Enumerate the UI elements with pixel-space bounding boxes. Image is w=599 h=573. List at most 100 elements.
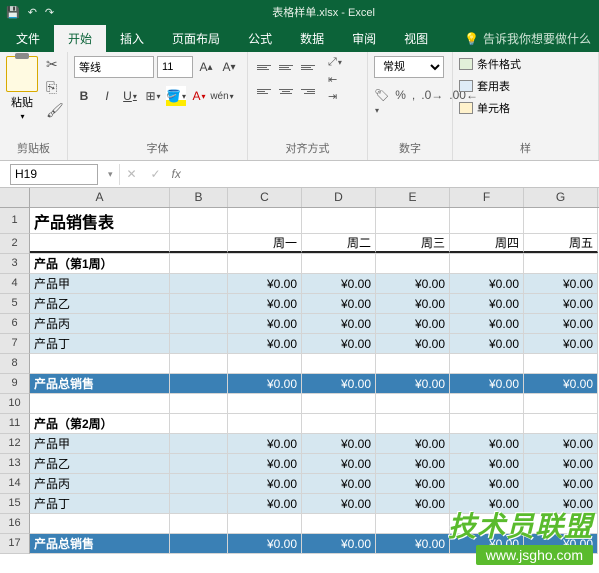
comma-button[interactable]: , (412, 88, 415, 116)
cell[interactable]: ¥0.00 (376, 494, 450, 513)
cell[interactable] (170, 514, 228, 533)
format-as-table-button[interactable]: 套用表 (459, 78, 510, 94)
cell-styles-button[interactable]: 单元格 (459, 100, 510, 116)
cell[interactable] (302, 394, 376, 413)
cell[interactable]: ¥0.00 (450, 314, 524, 333)
cell[interactable]: ¥0.00 (228, 534, 302, 553)
increase-decimal-button[interactable]: .0→ (421, 88, 443, 116)
cell[interactable] (170, 234, 228, 253)
cell[interactable]: ¥0.00 (376, 454, 450, 473)
col-header[interactable]: A (30, 188, 170, 207)
cell[interactable]: 产品丁 (30, 494, 170, 513)
cell[interactable]: ¥0.00 (376, 534, 450, 553)
cell[interactable] (302, 514, 376, 533)
cell[interactable]: 周五 (524, 234, 598, 253)
row-header[interactable]: 2 (0, 234, 30, 254)
cell[interactable]: ¥0.00 (228, 294, 302, 313)
row-header[interactable]: 11 (0, 414, 30, 434)
number-format-select[interactable]: 常规 (374, 56, 444, 78)
cell[interactable] (524, 414, 598, 433)
row-header[interactable]: 9 (0, 374, 30, 394)
col-header[interactable]: G (524, 188, 598, 207)
cell[interactable] (524, 394, 598, 413)
col-header[interactable]: F (450, 188, 524, 207)
cell[interactable]: ¥0.00 (524, 314, 598, 333)
col-header[interactable]: C (228, 188, 302, 207)
conditional-format-button[interactable]: 条件格式 (459, 56, 521, 72)
cell[interactable]: ¥0.00 (376, 334, 450, 353)
cell[interactable]: ¥0.00 (450, 294, 524, 313)
cell[interactable] (302, 414, 376, 433)
cell[interactable] (228, 208, 302, 233)
cell[interactable]: ¥0.00 (524, 274, 598, 293)
col-header[interactable]: E (376, 188, 450, 207)
font-name-select[interactable] (74, 56, 154, 78)
cell[interactable]: ¥0.00 (302, 274, 376, 293)
cell[interactable] (376, 254, 450, 273)
cell[interactable]: ¥0.00 (228, 474, 302, 493)
row-header[interactable]: 17 (0, 534, 30, 554)
cell[interactable] (170, 474, 228, 493)
cell[interactable]: 产品总销售 (30, 534, 170, 553)
cell[interactable] (170, 414, 228, 433)
fill-color-button[interactable]: 🪣▾ (166, 86, 186, 106)
format-painter-icon[interactable]: 🖌 (46, 102, 64, 119)
col-header[interactable]: B (170, 188, 228, 207)
cell[interactable] (228, 514, 302, 533)
cell[interactable]: ¥0.00 (302, 434, 376, 453)
cell[interactable] (450, 394, 524, 413)
cell[interactable]: 周二 (302, 234, 376, 253)
cell[interactable]: 产品丙 (30, 314, 170, 333)
cell[interactable] (30, 234, 170, 253)
cell[interactable]: ¥0.00 (450, 534, 524, 553)
decrease-indent-button[interactable]: ⇤ (328, 73, 342, 86)
row-header[interactable]: 14 (0, 474, 30, 494)
accounting-format-button[interactable]: 🏷▾ (374, 88, 389, 116)
cell[interactable]: ¥0.00 (524, 374, 598, 393)
cell[interactable] (524, 514, 598, 533)
row-header[interactable]: 6 (0, 314, 30, 334)
cell[interactable]: 产品甲 (30, 434, 170, 453)
cell[interactable]: ¥0.00 (302, 494, 376, 513)
tab-file[interactable]: 文件 (2, 25, 54, 52)
row-header[interactable]: 12 (0, 434, 30, 454)
cell[interactable]: ¥0.00 (228, 314, 302, 333)
cell[interactable]: ¥0.00 (228, 374, 302, 393)
cell[interactable]: 产品乙 (30, 294, 170, 313)
increase-font-icon[interactable]: A▴ (196, 57, 216, 77)
cell[interactable] (376, 354, 450, 373)
cell[interactable] (302, 354, 376, 373)
enter-formula-icon[interactable]: ✓ (144, 167, 168, 181)
cut-icon[interactable]: ✂ (46, 56, 64, 73)
cell[interactable]: ¥0.00 (450, 474, 524, 493)
cell[interactable]: ¥0.00 (376, 274, 450, 293)
cell[interactable]: ¥0.00 (228, 454, 302, 473)
cell[interactable] (524, 208, 598, 233)
align-top-button[interactable] (254, 56, 274, 78)
cell[interactable]: 产品丙 (30, 474, 170, 493)
cell[interactable]: ¥0.00 (302, 454, 376, 473)
cell[interactable]: ¥0.00 (376, 474, 450, 493)
align-right-button[interactable] (298, 80, 318, 102)
cell[interactable]: ¥0.00 (376, 374, 450, 393)
cell[interactable] (170, 534, 228, 553)
cell[interactable]: ¥0.00 (302, 314, 376, 333)
align-left-button[interactable] (254, 80, 274, 102)
cell[interactable]: ¥0.00 (524, 474, 598, 493)
border-button[interactable]: ⊞▾ (143, 86, 163, 106)
cell[interactable]: ¥0.00 (450, 274, 524, 293)
tell-me-search[interactable]: 💡 告诉我你想要做什么 (456, 25, 599, 52)
tab-data[interactable]: 数据 (286, 25, 338, 52)
align-middle-button[interactable] (276, 56, 296, 78)
cell[interactable]: 产品乙 (30, 454, 170, 473)
cell[interactable] (170, 354, 228, 373)
cell[interactable] (30, 354, 170, 373)
decrease-font-icon[interactable]: A▾ (219, 57, 239, 77)
cell[interactable]: 周四 (450, 234, 524, 253)
cell[interactable]: 产品总销售 (30, 374, 170, 393)
cell[interactable]: ¥0.00 (376, 434, 450, 453)
cell[interactable] (170, 208, 228, 233)
cell[interactable] (450, 354, 524, 373)
phonetic-button[interactable]: wén▾ (212, 86, 232, 106)
cancel-formula-icon[interactable]: ✕ (120, 167, 144, 181)
